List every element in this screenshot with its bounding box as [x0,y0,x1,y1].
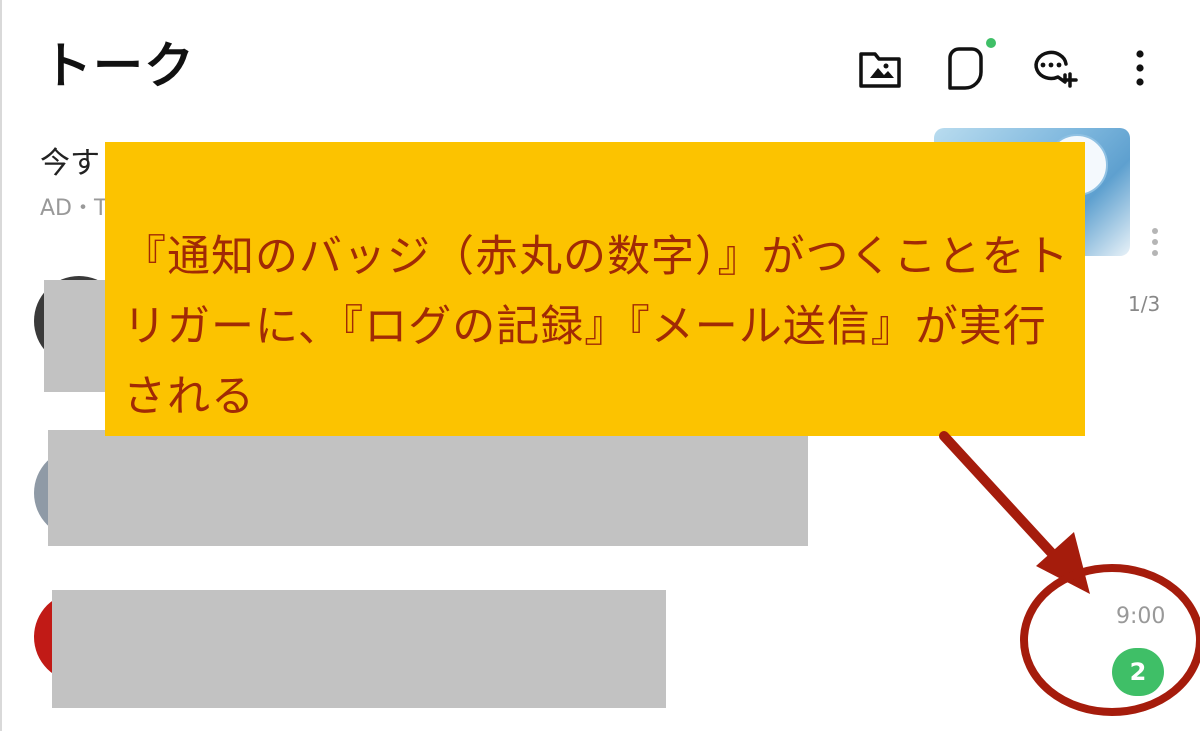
annotation-callout: 『通知のバッジ（赤丸の数字）』がつくことをトリガーに、『ログの記録』『メール送信… [105,142,1085,436]
annotation-arrow [939,431,1063,565]
annotation-circle [1020,564,1200,716]
ad-page-indicator: 1/3 [1128,292,1161,316]
story-icon[interactable] [942,44,990,92]
more-vertical-icon[interactable] [1116,44,1164,92]
ad-label: AD・T [40,196,108,221]
annotation-text: 『通知のバッジ（赤丸の数字）』がつくことをトリガーに、『ログの記録』『メール送信… [123,232,1070,422]
ad-title[interactable]: 今す [40,138,100,182]
new-chat-icon[interactable] [1030,44,1078,92]
page-title: トーク [42,37,195,95]
annotation-arrow-head [1036,532,1090,594]
album-folder-icon[interactable] [856,44,904,92]
redacted-chat-info [52,590,666,708]
ad-more-icon[interactable] [1150,228,1160,260]
unread-badge: 2 [1112,648,1164,696]
chat-timestamp: 9:00 [1116,604,1166,629]
story-new-dot [986,38,996,48]
redacted-chat-info [48,430,808,546]
left-edge-divider [0,0,2,731]
